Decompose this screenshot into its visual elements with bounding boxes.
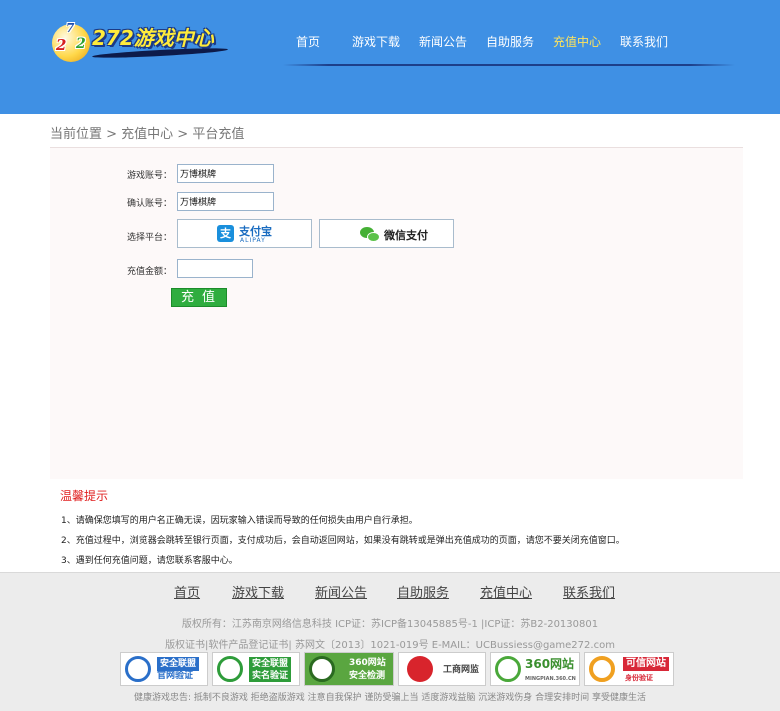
badge-safety-realname[interactable]: 安全联盟 实名验证 <box>212 652 300 686</box>
recharge-form-panel: 游戏账号： 确认账号： 选择平台： 支 支付宝 ALIPAY 微信支付 充值金额… <box>50 147 743 479</box>
account-label: 游戏账号： <box>127 171 173 181</box>
shield-v-icon <box>125 656 151 682</box>
nav-item-recharge[interactable]: 充值中心 <box>553 33 601 50</box>
site-footer: 首页 游戏下载 新闻公告 自助服务 充值中心 联系我们 版权所有：江苏南京网络信… <box>0 572 780 711</box>
alipay-icon: 支 <box>217 225 234 242</box>
badge-text: 安全联盟 <box>249 657 292 671</box>
footer-link-contact[interactable]: 联系我们 <box>563 582 615 601</box>
tips-title: 温馨提示 <box>60 489 109 503</box>
copyright-line: 版权证书|软件产品登记证书| 苏网文〔2013〕1021-019号 E-MAIL… <box>165 640 615 651</box>
confirm-account-input[interactable] <box>177 192 274 211</box>
badge-text: 实名验证 <box>249 670 292 682</box>
footer-link-news[interactable]: 新闻公告 <box>315 582 367 601</box>
account-input[interactable] <box>177 164 274 183</box>
badge-text: 官网验证 <box>157 671 194 681</box>
nav-item-service[interactable]: 自助服务 <box>486 33 534 50</box>
alipay-sublabel: ALIPAY <box>240 237 266 244</box>
footer-link-recharge[interactable]: 充值中心 <box>480 582 532 601</box>
main-nav: 首页 游戏下载 新闻公告 自助服务 充值中心 联系我们 <box>0 33 780 51</box>
amount-input[interactable] <box>177 259 253 278</box>
tip-item: 1、请确保您填写的用户名正确无误，因玩家输入错误而导致的任何损失由用户自行承担。 <box>61 516 418 526</box>
platform-label: 选择平台： <box>127 233 173 243</box>
footer-link-home[interactable]: 首页 <box>174 582 200 601</box>
badge-safety-official[interactable]: 安全联盟 官网验证 <box>120 652 208 686</box>
alipay-button[interactable]: 支 支付宝 ALIPAY <box>177 219 312 248</box>
emblem-icon <box>407 656 433 682</box>
confirm-account-label: 确认账号： <box>127 199 173 209</box>
amount-label: 充值金额： <box>127 267 173 277</box>
badge-text: 360网站 <box>525 657 575 671</box>
tip-item: 2、充值过程中，浏览器会跳转至银行页面，支付成功后，会自动返回网站，如果没有跳转… <box>61 536 625 546</box>
tip-item: 3、遇到任何充值问题，请您联系客服中心。 <box>61 556 238 566</box>
nav-item-home[interactable]: 首页 <box>296 33 320 50</box>
magnifier-icon <box>309 656 335 682</box>
breadcrumb: 当前位置 > 充值中心 > 平台充值 <box>50 127 245 142</box>
wechat-pay-button[interactable]: 微信支付 <box>319 219 454 248</box>
recharge-submit-button[interactable]: 充值 <box>171 288 227 307</box>
health-advice: 健康游戏忠告: 抵制不良游戏 拒绝盗版游戏 注意自我保护 谨防受骗上当 适度游戏… <box>134 693 646 703</box>
nav-underline <box>283 64 735 66</box>
footer-link-service[interactable]: 自助服务 <box>397 582 449 601</box>
site-header: 2 7 2 272游戏中心 首页 游戏下载 新闻公告 自助服务 充值中心 联系我… <box>0 0 780 114</box>
wechat-icon <box>360 227 381 243</box>
nav-item-contact[interactable]: 联系我们 <box>620 33 668 50</box>
footer-link-download[interactable]: 游戏下载 <box>232 582 284 601</box>
nav-item-news[interactable]: 新闻公告 <box>419 33 467 50</box>
nav-item-download[interactable]: 游戏下载 <box>352 33 400 50</box>
badge-trusted-site[interactable]: 可信网站 身份验证 <box>584 652 674 686</box>
badge-text: 安全检测 <box>349 671 386 681</box>
badge-text: 可信网站 <box>623 657 669 671</box>
trust-ring-icon <box>589 656 615 682</box>
wechat-pay-label: 微信支付 <box>384 229 428 242</box>
copyright-line: 版权所有：江苏南京网络信息科技 ICP证：苏ICP备13045885号-1 |I… <box>181 619 599 630</box>
badge-text: 工商网监 <box>443 665 480 675</box>
badge-360-check[interactable]: 360网站 安全检测 <box>304 652 394 686</box>
badge-text: 安全联盟 <box>157 657 200 671</box>
badge-text: 360网站 <box>349 658 386 668</box>
badge-360-site[interactable]: 360网站 MINGPIAN.360.CN <box>490 652 580 686</box>
badge-icbc-monitor[interactable]: 工商网监 <box>398 652 486 686</box>
badge-text: 身份验证 <box>625 674 653 682</box>
shield-v-icon <box>217 656 243 682</box>
leaf-icon <box>495 656 521 682</box>
badge-text: MINGPIAN.360.CN <box>525 676 576 682</box>
